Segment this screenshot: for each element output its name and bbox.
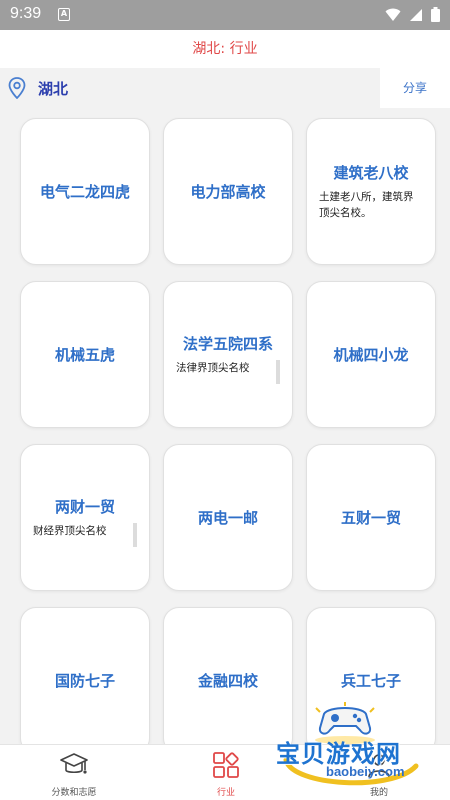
industry-card[interactable]: 五财一贸 [306, 444, 436, 591]
nav-item-scores[interactable]: 分数和志愿 [24, 751, 124, 798]
industry-card[interactable]: 机械四小龙 [306, 281, 436, 428]
province-label[interactable]: 湖北 [38, 78, 68, 99]
industry-card[interactable]: 两财一贸 财经界顶尖名校 [20, 444, 150, 591]
card-title: 两电一邮 [197, 509, 258, 527]
card-title: 建筑老八校 [333, 164, 409, 182]
card-title: 两财一贸 [54, 498, 115, 516]
card-description: 财经界顶尖名校 [33, 523, 137, 547]
location-bar: 湖北 分享 [0, 68, 450, 108]
card-title: 机械五虎 [54, 346, 115, 364]
location-pin-icon[interactable] [8, 77, 26, 99]
wifi-icon [385, 8, 401, 21]
card-title: 五财一贸 [340, 509, 401, 527]
nav-label: 行业 [216, 788, 235, 798]
card-title: 电气二龙四虎 [39, 183, 130, 201]
watermark-url: baobeiy.com [326, 764, 405, 779]
card-title: 法学五院四系 [182, 335, 273, 353]
card-description: 法律界顶尖名校 [176, 360, 280, 384]
grid-icon [213, 752, 239, 778]
system-icons [385, 7, 440, 22]
graduation-cap-icon [60, 753, 88, 774]
signal-icon [410, 8, 422, 21]
card-description: 土建老八所，建筑界顶尖名校。 [319, 191, 414, 219]
card-title: 国防七子 [54, 672, 115, 690]
nav-item-industry[interactable]: 行业 [176, 751, 276, 798]
industry-card[interactable]: 法学五院四系 法律界顶尖名校 [163, 281, 293, 428]
card-title: 电力部高校 [190, 183, 266, 201]
nav-label: 分数和志愿 [51, 788, 97, 798]
status-bar: 9:39 A [0, 0, 450, 30]
industry-card[interactable]: 机械五虎 [20, 281, 150, 428]
industry-card[interactable]: 电力部高校 [163, 118, 293, 265]
card-title: 兵工七子 [340, 672, 401, 690]
watermark-logo: 宝贝游戏网 baobeiy.com [262, 700, 432, 795]
page-title: 湖北: 行业 [0, 30, 450, 68]
industry-card[interactable]: 国防七子 [20, 607, 150, 754]
notification-icon: A [58, 8, 70, 21]
card-title: 机械四小龙 [333, 346, 409, 364]
card-title: 金融四校 [197, 672, 258, 690]
battery-icon [431, 7, 440, 22]
industry-card[interactable]: 电气二龙四虎 [20, 118, 150, 265]
status-time: 9:39 [10, 5, 42, 22]
share-button[interactable]: 分享 [380, 68, 450, 108]
industry-card[interactable]: 两电一邮 [163, 444, 293, 591]
industry-card[interactable]: 建筑老八校 土建老八所，建筑界顶尖名校。 [306, 118, 436, 265]
